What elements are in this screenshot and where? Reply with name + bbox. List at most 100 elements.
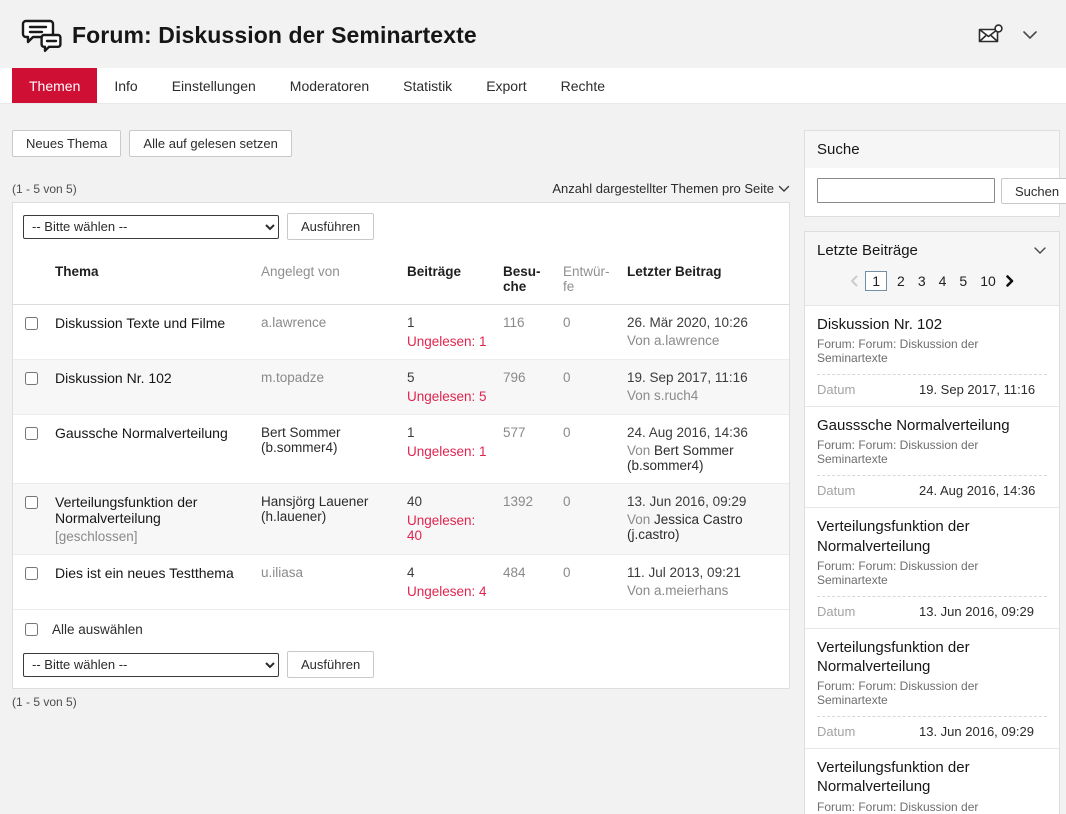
main-column: Neues Thema Alle auf gelesen setzen (1 -… — [12, 130, 790, 709]
page-number[interactable]: 5 — [956, 272, 970, 290]
topic-link[interactable]: Dies ist ein neues Testthema — [55, 565, 234, 581]
next-page-icon[interactable] — [1006, 275, 1014, 287]
latest-pagination: 1 2 3 4 5 10 — [805, 269, 1059, 299]
per-page-label: Anzahl dargestellter Themen pro Seite — [552, 181, 774, 196]
tab[interactable]: Statistik — [386, 68, 469, 103]
page-number[interactable]: 10 — [977, 272, 999, 290]
last-post-date: 26. Mär 2020, 10:26 — [627, 315, 781, 330]
row-checkbox[interactable] — [25, 496, 38, 509]
new-topic-button[interactable]: Neues Thema — [12, 130, 121, 157]
column-header[interactable]: Beiträge — [399, 250, 495, 305]
last-post-author: Von a.meierhans — [627, 583, 781, 598]
post-count: 5 — [407, 370, 487, 385]
topic-link[interactable]: Diskussion Texte und Filme — [55, 315, 225, 331]
visit-count: 484 — [503, 565, 526, 580]
topic-author: Bert Sommer (b.sommer4) — [261, 425, 341, 455]
unread-link[interactable]: Ungelesen: 4 — [407, 584, 487, 599]
visit-count: 577 — [503, 425, 526, 440]
tab-bar: Themen Info Einstellungen Moderatoren St… — [0, 68, 1066, 104]
unread-link[interactable]: Ungelesen: 5 — [407, 389, 487, 404]
latest-post-item: Verteilungsfunktion der Normalverteilung… — [805, 628, 1059, 748]
column-header[interactable]: Thema — [47, 250, 253, 305]
latest-post-item: Gausssche Normalverteilung Forum: Forum:… — [805, 406, 1059, 507]
search-input[interactable] — [817, 178, 995, 203]
page-number[interactable]: 3 — [915, 272, 929, 290]
notification-mail-icon[interactable] — [978, 24, 1004, 46]
last-post-date: 11. Jul 2013, 09:21 — [627, 565, 781, 580]
prev-page-icon — [850, 275, 858, 287]
page-number[interactable]: 2 — [894, 272, 908, 290]
date-label: Datum — [817, 604, 919, 619]
divider — [817, 596, 1047, 597]
tab[interactable]: Moderatoren — [273, 68, 386, 103]
result-count-top: (1 - 5 von 5) — [12, 182, 77, 196]
date-value: 24. Aug 2016, 14:36 — [919, 483, 1035, 498]
last-post-author: Von Jessica Castro (j.castro) — [627, 512, 781, 542]
result-count-bottom: (1 - 5 von 5) — [12, 695, 790, 709]
tab[interactable]: Rechte — [544, 68, 622, 103]
page-number[interactable]: 4 — [936, 272, 950, 290]
latest-post-link[interactable]: Verteilungsfunktion der Normalverteilung — [817, 638, 1047, 676]
topic-author: a.lawrence — [261, 315, 326, 330]
draft-count: 0 — [563, 425, 571, 440]
divider — [817, 475, 1047, 476]
select-all-label: Alle auswählen — [52, 622, 143, 637]
last-post-author: Von s.ruch4 — [627, 388, 781, 403]
column-header[interactable]: Angelegt von — [253, 250, 399, 305]
row-checkbox[interactable] — [25, 427, 38, 440]
tab[interactable]: Info — [97, 68, 154, 103]
topic-link[interactable]: Diskussion Nr. 102 — [55, 370, 172, 386]
select-all-checkbox[interactable] — [25, 623, 38, 636]
divider — [817, 716, 1047, 717]
latest-post-link[interactable]: Diskussion Nr. 102 — [817, 315, 1047, 334]
execute-button-bottom[interactable]: Ausführen — [287, 651, 374, 678]
per-page-dropdown[interactable]: Anzahl dargestellter Themen pro Seite — [552, 181, 790, 196]
latest-post-link[interactable]: Verteilungsfunktion der Normalverteilung — [817, 517, 1047, 555]
row-checkbox[interactable] — [25, 567, 38, 580]
unread-link[interactable]: Ungelesen: 40 — [407, 513, 487, 543]
visit-count: 1392 — [503, 494, 533, 509]
tab[interactable]: Einstellungen — [155, 68, 273, 103]
search-panel-title: Suche — [805, 131, 1059, 168]
mark-all-read-button[interactable]: Alle auf gelesen setzen — [129, 130, 291, 157]
latest-post-link[interactable]: Verteilungsfunktion der Normalverteilung — [817, 758, 1047, 796]
execute-button-top[interactable]: Ausführen — [287, 213, 374, 240]
date-value: 19. Sep 2017, 11:16 — [919, 382, 1035, 397]
topics-table: Thema Angelegt von Beiträge Besu-che Ent… — [13, 250, 789, 609]
topic-row: Diskussion Nr. 102 m.topadze 5 Ungelesen… — [13, 360, 789, 415]
row-checkbox[interactable] — [25, 317, 38, 330]
search-panel: Suche Suchen — [804, 130, 1060, 217]
date-label: Datum — [817, 483, 919, 498]
column-header[interactable]: Letzter Beitrag — [619, 250, 789, 305]
header-dropdown-chevron-icon[interactable] — [1022, 30, 1038, 40]
last-post-date: 19. Sep 2017, 11:16 — [627, 370, 781, 385]
latest-post-forum: Forum: Forum: Diskussion der Seminartext… — [817, 337, 1047, 365]
topic-row: Diskussion Texte und Filme a.lawrence 1 … — [13, 305, 789, 360]
topic-link[interactable]: Gaussche Normalverteilung — [55, 425, 228, 441]
latest-post-link[interactable]: Gausssche Normalverteilung — [817, 416, 1047, 435]
collapse-chevron-icon[interactable] — [1033, 246, 1047, 255]
forum-icon — [20, 13, 64, 57]
draft-count: 0 — [563, 315, 571, 330]
column-header[interactable]: Entwür-fe — [555, 250, 619, 305]
bulk-action-select-top[interactable]: -- Bitte wählen -- — [23, 215, 279, 239]
bulk-action-select-bottom[interactable]: -- Bitte wählen -- — [23, 653, 279, 677]
draft-count: 0 — [563, 494, 571, 509]
column-header[interactable]: Besu-che — [495, 250, 555, 305]
last-post-date: 24. Aug 2016, 14:36 — [627, 425, 781, 440]
post-count: 1 — [407, 315, 487, 330]
topic-link[interactable]: Verteilungsfunktion der Normalverteilung — [55, 494, 197, 526]
tab[interactable]: Export — [469, 68, 543, 103]
unread-link[interactable]: Ungelesen: 1 — [407, 334, 487, 349]
post-count: 40 — [407, 494, 487, 509]
topic-row: Gaussche Normalverteilung Bert Sommer (b… — [13, 415, 789, 484]
page-title: Forum: Diskussion der Seminartexte — [72, 22, 477, 49]
tab[interactable]: Themen — [12, 68, 97, 103]
page-number[interactable]: 1 — [865, 271, 887, 291]
latest-post-item: Verteilungsfunktion der Normalverteilung… — [805, 748, 1059, 814]
search-button[interactable]: Suchen — [1001, 178, 1066, 204]
latest-post-forum: Forum: Forum: Diskussion der Seminartext… — [817, 679, 1047, 707]
row-checkbox[interactable] — [25, 372, 38, 385]
unread-link[interactable]: Ungelesen: 1 — [407, 444, 487, 459]
divider — [817, 374, 1047, 375]
